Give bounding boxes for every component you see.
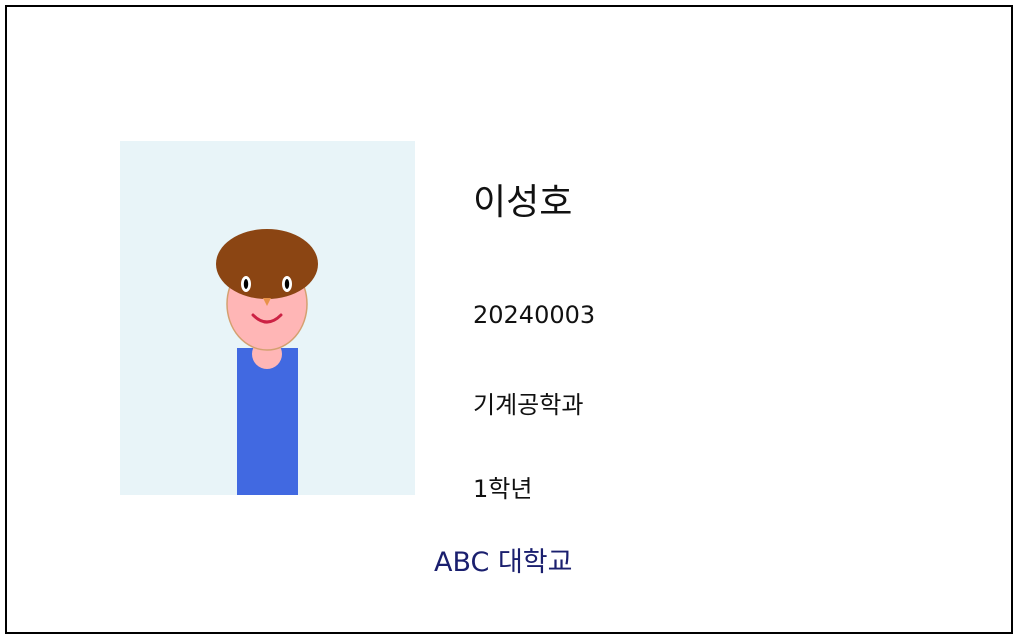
avatar: [216, 229, 318, 495]
avatar-right-pupil: [284, 279, 290, 289]
student-grade: 1학년: [473, 475, 533, 503]
avatar-hair: [216, 229, 318, 299]
student-id-number: 20240003: [473, 301, 596, 329]
student-department: 기계공학과: [473, 391, 584, 419]
student-id-card: 이성호 20240003 기계공학과 1학년 ABC 대학교: [5, 5, 1013, 634]
student-photo: [120, 141, 415, 495]
avatar-left-pupil: [243, 279, 249, 289]
avatar-shirt: [237, 348, 298, 495]
university-name: ABC 대학교: [434, 547, 573, 578]
student-name: 이성호: [473, 182, 573, 223]
